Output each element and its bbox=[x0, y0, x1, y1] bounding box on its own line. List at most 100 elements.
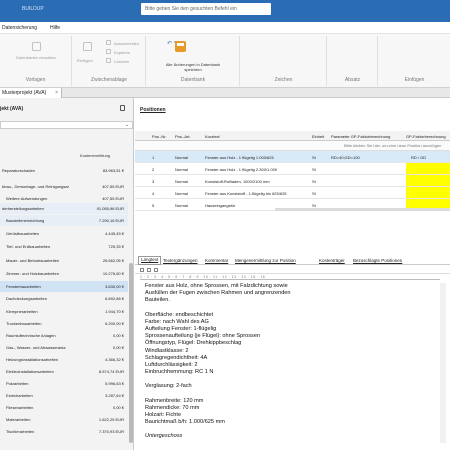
detail-tabs: Langtext Textergänzungen Kommentar Menge… bbox=[135, 256, 450, 265]
menu-datensicherung[interactable]: Datensicherung bbox=[2, 25, 37, 31]
tree-row-value: 7.290,16 EUR bbox=[98, 218, 124, 223]
col-header[interactable]: Pos.-Art. bbox=[175, 134, 191, 139]
ribbon-group-absatz: Absatz bbox=[328, 36, 378, 86]
cell-nr: 3 bbox=[152, 179, 155, 184]
cell-nr: 1 bbox=[152, 155, 155, 160]
tab-kommentar[interactable]: Kommentar bbox=[205, 258, 228, 263]
tree-row[interactable]: Gerüstbauarbeiten 4.445,45 € bbox=[0, 228, 128, 239]
tree-row[interactable]: derherstellungsarbeiten 91.055,96 EUR bbox=[0, 203, 128, 214]
cell-text: Fenster aus Holz - 1 flügelig 1.000/625 bbox=[205, 155, 274, 160]
tree-row[interactable]: Gas-, Wasser- und Abwasseranla 0,00 € bbox=[0, 342, 128, 353]
pin-icon[interactable] bbox=[120, 105, 125, 111]
tree-row[interactable]: Fliesenarbeiten 0,00 € bbox=[0, 402, 128, 413]
tree-row-label: Zimmer- und Holzbauarbeiten bbox=[6, 271, 59, 276]
col-header[interactable]: GP-Faktorberechnung bbox=[406, 134, 446, 139]
tree-row[interactable]: Klempnerarbeiten 1.944,70 € bbox=[0, 306, 128, 317]
cell-text: Fenster aus Holz - 1 flügelig 2.300/1.00… bbox=[205, 167, 278, 172]
kopieren-button[interactable]: Kopieren bbox=[114, 50, 130, 55]
add-position-row[interactable]: Bitte klicken Sie hier, um eine neue Pos… bbox=[135, 141, 450, 151]
col-header[interactable]: Kurztext bbox=[205, 134, 220, 139]
tree-row-value: 91.055,96 EUR bbox=[96, 206, 124, 211]
position-row[interactable]: 3 Normal Kunststoff-Rollladen, 1000/2100 m… bbox=[135, 175, 450, 187]
einfuegen-button[interactable]: Einfügen bbox=[77, 58, 93, 63]
tree-row[interactable]: Putzarbeiten 5.996,63 € bbox=[0, 378, 128, 389]
ribbon-group-label: Datenbank bbox=[180, 77, 206, 83]
command-search-input[interactable]: Bitte geben Sie den gesuchten Befehl ein bbox=[141, 3, 271, 15]
tree-row[interactable]: Estricharbeiten 3.287,64 € bbox=[0, 390, 128, 401]
panel-title: jekt (AVA) bbox=[0, 106, 24, 112]
position-row[interactable]: 4 Normal Fenster aus Kunststoff - 1-flügel… bbox=[135, 187, 450, 199]
tab-bezuschlagte-positionen[interactable]: Bezuschlagte Positionen bbox=[353, 258, 402, 263]
copy-icon bbox=[106, 49, 111, 54]
ausschneiden-button[interactable]: Ausschneiden bbox=[114, 41, 139, 46]
tree-row[interactable]: Mauer- und Betonbauarbeiten 26.662,05 € bbox=[0, 255, 128, 266]
menu-hilfe[interactable]: Hilfe bbox=[50, 25, 60, 31]
ribbon-group-label: Zwischenablage bbox=[90, 77, 128, 83]
format-icon[interactable] bbox=[154, 268, 158, 272]
ruler: 1 · 2 · 3 · 4 · 5 · 6 · 7 · 8 · 9 · 10 ·… bbox=[140, 275, 440, 280]
tree-row[interactable]: bbau-, Demontage- und Reinigungsar 407,55… bbox=[0, 181, 128, 192]
longtext-paragraph: Fenster aus Holz, ohne Sprossen, mit Fal… bbox=[145, 283, 291, 304]
tree-row-label: Mauer- und Betonbauarbeiten bbox=[6, 258, 60, 263]
ribbon-group-zwischenablage: Einfügen Ausschneiden Kopieren Löschen Z… bbox=[73, 36, 146, 86]
tree-row-label: Malerarbeiten bbox=[6, 417, 31, 422]
tree-row-label: Estricharbeiten bbox=[6, 393, 33, 398]
cell-nr: 2 bbox=[152, 167, 155, 172]
tree-row[interactable]: Raumluftechnische Anlagen 0,00 € bbox=[0, 330, 128, 341]
app-title: BUILDUP bbox=[22, 6, 44, 12]
horizontal-scrollbar[interactable] bbox=[275, 208, 450, 211]
tab-musterprojekt[interactable]: Musterprojekt (AVA) × bbox=[0, 88, 62, 98]
position-row[interactable]: 2 Normal Fenster aus Holz - 1 flügelig 2.3… bbox=[135, 163, 450, 175]
tree-row-label: Tief- und Erdbauarbeiten bbox=[6, 244, 51, 249]
tree-row[interactable]: Fensterbauarbeiten 3.630,00 € bbox=[0, 281, 128, 292]
cell-art: Normal bbox=[175, 203, 188, 208]
tree-row-label: bbau-, Demontage- und Reinigungsar bbox=[2, 184, 69, 189]
tree-row[interactable]: Zimmer- und Holzbauarbeiten 10.276,60 € bbox=[0, 268, 128, 279]
tree-row-value: 5.996,63 € bbox=[105, 381, 124, 386]
tree-row-value: 0,00 € bbox=[112, 333, 124, 338]
tab-label: Musterprojekt (AVA) bbox=[2, 90, 47, 96]
scrollbar[interactable] bbox=[129, 263, 133, 443]
tree-row[interactable]: Baustelleneinrichtung 7.290,16 EUR bbox=[0, 215, 128, 226]
tree-row[interactable]: Tischlerarbeiten 7.370,93 EUR bbox=[0, 426, 128, 437]
loeschen-button[interactable]: Löschen bbox=[114, 59, 129, 64]
ribbon-group-datenbank: ↶ ↷ ⋯ Alle Änderungen in Datenbank speic… bbox=[147, 36, 240, 86]
format-icon[interactable] bbox=[140, 268, 144, 272]
scrollbar[interactable] bbox=[440, 283, 446, 443]
datenbanke-verwalten-button[interactable]: Datenbanke verwalten bbox=[4, 55, 68, 60]
gp-factor-cell[interactable] bbox=[406, 187, 450, 199]
format-icon[interactable] bbox=[147, 268, 151, 272]
col-header[interactable]: Pos.-Nr. bbox=[152, 134, 166, 139]
tree-row[interactable]: Elektroinstallationsarbeiten 8.574,74 EUR bbox=[0, 366, 128, 377]
menu-bar: Datensicherung Hilfe bbox=[0, 22, 450, 34]
tree-row[interactable]: Malerarbeiten 1.622,25 EUR bbox=[0, 414, 128, 425]
gp-factor-cell[interactable] bbox=[406, 163, 450, 175]
tab-mengenermittlung[interactable]: Mengenermittlung zur Position bbox=[235, 258, 296, 263]
tree-row-value: 10.276,60 € bbox=[102, 271, 124, 276]
close-icon[interactable]: × bbox=[55, 90, 58, 96]
tree-row[interactable]: Trockenbauarbeiten 6.200,00 € bbox=[0, 318, 128, 329]
save-all-button[interactable]: Alle Änderungen in Datenbank speichern bbox=[157, 62, 229, 72]
tree-row[interactable]: Heizungsinstallationsarbeiten 4.366,32 € bbox=[0, 354, 128, 365]
col-header[interactable]: Einheit bbox=[312, 134, 324, 139]
tree-row-label: Fensterbauarbeiten bbox=[6, 284, 41, 289]
col-header[interactable]: Parameter GP-Faktorberechnung bbox=[331, 134, 390, 139]
tree-row-label: Gerüstbauarbeiten bbox=[6, 231, 40, 236]
gp-factor-cell[interactable] bbox=[406, 175, 450, 187]
tab-langtext[interactable]: Langtext bbox=[138, 256, 162, 265]
tab-kostentraeger[interactable]: Kostenträger bbox=[319, 258, 345, 263]
tree-row[interactable]: Dachdeckungsarbeiten 6.892,86 € bbox=[0, 293, 128, 304]
ribbon-group-einfuegen: Einfügen bbox=[379, 36, 450, 86]
filter-dropdown[interactable]: ⌄ bbox=[0, 121, 133, 129]
longtext-paragraph: Untergeschoss bbox=[145, 433, 183, 440]
position-row[interactable]: 1 Normal Fenster aus Holz - 1 flügelig 1.0… bbox=[135, 151, 450, 163]
tree-row[interactable]: Reparaturschaden 83.963,51 € bbox=[0, 165, 128, 176]
tree-row-label: Klempnerarbeiten bbox=[6, 309, 38, 314]
tree-row-label: Reparaturschaden bbox=[2, 168, 35, 173]
column-header-kostenermittlung: Kostenermittlung bbox=[80, 153, 111, 158]
longtext-editor[interactable]: Fenster aus Holz, ohne Sprossen, mit Fal… bbox=[145, 283, 430, 441]
tree-row[interactable]: Tief- und Erdbauarbeiten 725,33 € bbox=[0, 241, 128, 252]
cell-unit: St bbox=[312, 167, 316, 172]
tree-row-label: Fliesenarbeiten bbox=[6, 405, 34, 410]
tab-textergaenzungen[interactable]: Textergänzungen bbox=[163, 258, 198, 263]
